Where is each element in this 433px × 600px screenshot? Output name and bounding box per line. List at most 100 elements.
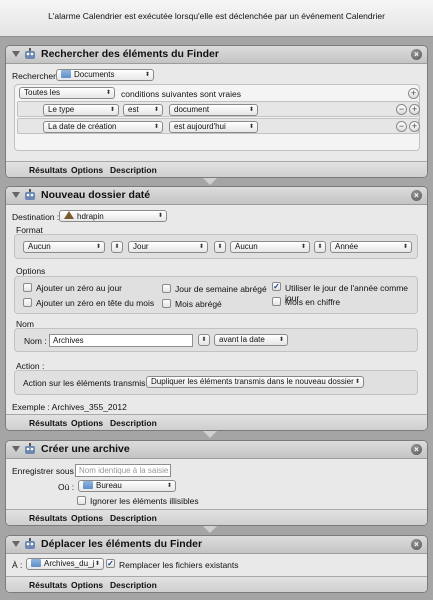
automator-robot-icon (25, 189, 35, 200)
search-label: Rechercher (12, 71, 56, 81)
action-titlebar[interactable]: Créer une archive × (6, 441, 427, 459)
workflow-header: L'alarme Calendrier est exécutée lorsqu'… (0, 0, 433, 37)
tab-options[interactable]: Options (71, 165, 103, 175)
format-value: Jour (133, 242, 149, 251)
example-text: Exemple : Archives_355_2012 (12, 402, 127, 412)
folder-icon (83, 481, 93, 489)
disclosure-triangle-icon[interactable] (12, 192, 20, 198)
format-value: Aucun (28, 242, 51, 251)
condition-operator-popup[interactable]: est ⬍ (123, 104, 163, 116)
option-label: Mois en chiffre (285, 297, 341, 307)
close-icon[interactable]: × (411, 539, 422, 550)
search-location-popup[interactable]: Documents ⬍ (56, 69, 154, 81)
name-field[interactable]: Archives (49, 334, 193, 347)
folder-icon (61, 70, 71, 78)
where-value: Bureau (96, 481, 122, 490)
to-popup[interactable]: Archives_du_j ⬍ (26, 558, 104, 570)
action-title: Nouveau dossier daté (41, 189, 151, 201)
format-value: Aucun (235, 242, 258, 251)
checkbox-ignore-unreadable[interactable] (77, 496, 86, 505)
tab-options[interactable]: Options (71, 513, 103, 523)
action-title: Rechercher des éléments du Finder (41, 48, 219, 60)
options-label: Options (16, 266, 46, 276)
disclosure-triangle-icon[interactable] (12, 541, 20, 547)
disclosure-triangle-icon[interactable] (12, 51, 20, 57)
add-condition-button[interactable]: + (409, 121, 420, 132)
tab-options[interactable]: Options (71, 418, 103, 428)
action-title: Déplacer les éléments du Finder (41, 538, 203, 550)
format-group: Aucun ⬍ ⬍ Jour ⬍ ⬍ Aucun ⬍ ⬍ Année ⬍ (14, 234, 418, 259)
tab-description[interactable]: Description (110, 513, 157, 523)
tab-results[interactable]: Résultats (29, 513, 67, 523)
condition-field-popup[interactable]: Le type ⬍ (43, 104, 119, 116)
tab-description[interactable]: Description (110, 580, 157, 590)
format-popup-2[interactable]: Jour ⬍ (128, 241, 208, 253)
condition-field-value: Le type (48, 105, 75, 114)
match-mode-suffix: conditions suivantes sont vraies (121, 89, 242, 99)
separator-stepper[interactable]: ⬍ (111, 241, 123, 253)
close-icon[interactable]: × (411, 49, 422, 60)
tab-results[interactable]: Résultats (29, 580, 67, 590)
tab-options[interactable]: Options (71, 580, 103, 590)
checkbox-zero-day[interactable] (23, 283, 32, 292)
tab-results[interactable]: Résultats (29, 165, 67, 175)
separator-stepper[interactable]: ⬍ (314, 241, 326, 253)
condition-field-popup[interactable]: La date de création ⬍ (43, 121, 163, 133)
tab-results[interactable]: Résultats (29, 418, 67, 428)
condition-operator-popup[interactable]: est aujourd'hui ⬍ (169, 121, 258, 133)
where-popup[interactable]: Bureau ⬍ (78, 480, 176, 492)
destination-value: hdrapin (77, 212, 104, 221)
separator-stepper[interactable]: ⬍ (214, 241, 226, 253)
action-find-finder-items: Rechercher des éléments du Finder × Rech… (5, 45, 428, 178)
name-position-stepper[interactable]: ⬍ (198, 334, 210, 346)
add-condition-button[interactable]: + (408, 88, 419, 99)
checkbox-abbrev-month[interactable] (162, 299, 171, 308)
popup-arrows-icon: ⬍ (248, 124, 254, 130)
checkbox-day-of-year[interactable]: ✓ (272, 282, 281, 291)
format-popup-1[interactable]: Aucun ⬍ (23, 241, 105, 253)
popup-arrows-icon: ⬍ (166, 483, 172, 489)
option-label: Ajouter un zéro en tête du mois (36, 298, 155, 308)
action-transmit-value: Dupliquer les éléments transmis dans le … (151, 377, 354, 386)
action-titlebar[interactable]: Rechercher des éléments du Finder × (6, 46, 427, 64)
disclosure-triangle-icon[interactable] (12, 446, 20, 452)
format-popup-4[interactable]: Année ⬍ (330, 241, 412, 253)
format-popup-3[interactable]: Aucun ⬍ (230, 241, 310, 253)
ignore-label: Ignorer les éléments illisibles (90, 496, 199, 506)
option-label: Jour de semaine abrégé (175, 284, 267, 294)
action-transmit-popup[interactable]: Dupliquer les éléments transmis dans le … (146, 376, 364, 388)
checkbox-abbrev-weekday[interactable] (162, 284, 171, 293)
automator-robot-icon (25, 538, 35, 549)
remove-condition-button[interactable]: − (396, 104, 407, 115)
popup-arrows-icon: ⬍ (198, 244, 204, 250)
folder-icon (31, 559, 41, 567)
option-label: Ajouter un zéro au jour (36, 283, 122, 293)
action-titlebar[interactable]: Déplacer les éléments du Finder × (6, 536, 427, 554)
automator-robot-icon (25, 48, 35, 59)
popup-arrows-icon: ⬍ (354, 379, 360, 385)
add-condition-button[interactable]: + (409, 104, 420, 115)
checkbox-replace-existing[interactable]: ✓ (106, 559, 115, 568)
tab-description[interactable]: Description (110, 165, 157, 175)
destination-popup[interactable]: hdrapin ⬍ (59, 210, 167, 222)
connector-notch (203, 431, 217, 438)
checkbox-zero-month[interactable] (23, 298, 32, 307)
match-mode-value: Toutes les (24, 88, 61, 97)
action-titlebar[interactable]: Nouveau dossier daté × (6, 187, 427, 205)
where-label: Où : (58, 482, 75, 492)
automator-robot-icon (25, 443, 35, 454)
name-position-popup[interactable]: avant la date ⬍ (214, 334, 288, 346)
condition-value-popup[interactable]: document ⬍ (169, 104, 258, 116)
popup-arrows-icon: ⬍ (105, 90, 111, 96)
match-mode-popup[interactable]: Toutes les ⬍ (19, 87, 115, 99)
close-icon[interactable]: × (411, 444, 422, 455)
checkbox-numeric-month[interactable] (272, 297, 281, 306)
popup-arrows-icon: ⬍ (94, 561, 100, 567)
condition-operator-value: est (128, 105, 139, 114)
tab-description[interactable]: Description (110, 418, 157, 428)
close-icon[interactable]: × (411, 190, 422, 201)
remove-condition-button[interactable]: − (396, 121, 407, 132)
action-transmit-label: Action sur les éléments transmis : (23, 378, 151, 388)
options-group: Ajouter un zéro au jour Ajouter un zéro … (14, 276, 418, 314)
save-as-field[interactable]: Nom identique à la saisie (75, 464, 171, 477)
